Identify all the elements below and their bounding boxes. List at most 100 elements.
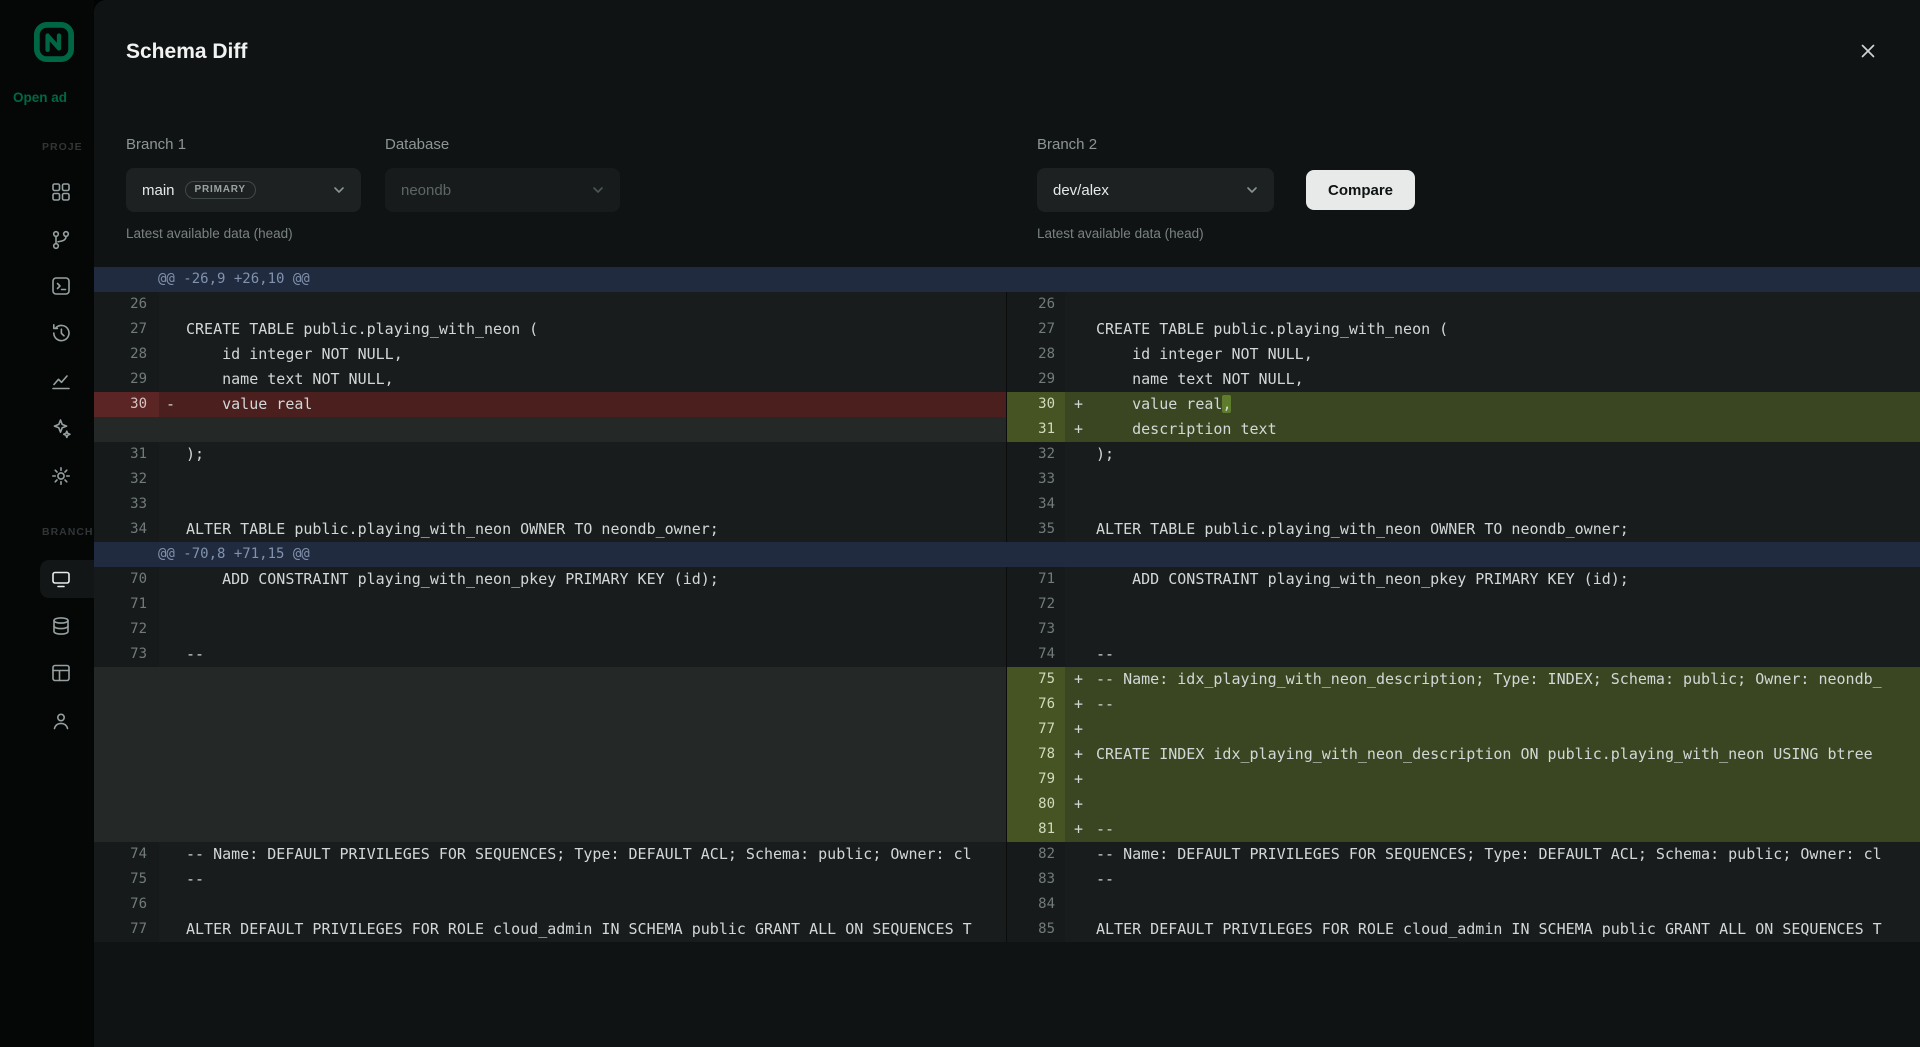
databases-icon — [50, 615, 72, 637]
diff-marker — [1065, 342, 1096, 367]
code-line: -- Name: DEFAULT PRIVILEGES FOR SEQUENCE… — [1065, 842, 1920, 867]
line-number: 75 — [94, 867, 159, 892]
code-line — [1065, 592, 1920, 617]
sidebar-item-monitoring[interactable] — [50, 370, 72, 392]
sidebar-item-restore[interactable] — [50, 322, 72, 344]
diff-marker — [1065, 617, 1096, 642]
diff-marker — [1065, 842, 1096, 867]
diff-line-row: 28 id integer NOT NULL,28 id integer NOT… — [94, 342, 1920, 367]
diff-line-row: 77+ — [94, 717, 1920, 742]
diff-marker — [1065, 367, 1096, 392]
diff-marker — [159, 292, 186, 317]
sidebar-item-sql-editor[interactable] — [50, 275, 72, 297]
branch2-select[interactable]: dev/alex — [1037, 168, 1274, 212]
schema-diff-modal: Schema Diff Branch 1 main PRIMARY Latest… — [94, 0, 1920, 1047]
database-label: Database — [385, 136, 620, 154]
settings-icon — [50, 465, 72, 487]
diff-line-row: 26 26 — [94, 292, 1920, 317]
code-line: name text NOT NULL, — [159, 367, 1007, 392]
code-line: -- Name: DEFAULT PRIVILEGES FOR SEQUENCE… — [159, 842, 1007, 867]
diff-marker — [159, 342, 186, 367]
diff-marker: + — [1065, 717, 1096, 742]
line-number: 78 — [1007, 742, 1065, 767]
code-line: id integer NOT NULL, — [1065, 342, 1920, 367]
code-line: + description text — [1065, 417, 1920, 442]
diff-line-row: 30- value real30+ value real, — [94, 392, 1920, 417]
code-line: -- — [159, 867, 1007, 892]
database-select[interactable]: neondb — [385, 168, 620, 212]
line-number: 73 — [94, 642, 159, 667]
sidebar-item-computes[interactable] — [50, 568, 72, 590]
line-number: 74 — [1007, 642, 1065, 667]
diff-marker — [159, 917, 186, 942]
branch1-caption: Latest available data (head) — [126, 226, 361, 242]
code-line — [159, 492, 1007, 517]
database-value: neondb — [401, 182, 451, 199]
diff-marker: + — [1065, 817, 1096, 842]
diff-view: @@ -26,9 +26,10 @@26 26 27 CREATE TABLE … — [94, 267, 1920, 942]
line-number: 28 — [94, 342, 159, 367]
line-number: 79 — [1007, 767, 1065, 792]
sidebar-item-roles[interactable] — [50, 710, 72, 732]
code-line — [159, 767, 1007, 792]
diff-line-row: 27 CREATE TABLE public.playing_with_neon… — [94, 317, 1920, 342]
code-line — [1065, 892, 1920, 917]
compare-button[interactable]: Compare — [1306, 170, 1415, 210]
diff-marker — [159, 317, 186, 342]
code-line — [159, 592, 1007, 617]
diff-marker — [1065, 592, 1096, 617]
diff-line-row: 78+CREATE INDEX idx_playing_with_neon_de… — [94, 742, 1920, 767]
diff-line-row: 29 name text NOT NULL,29 name text NOT N… — [94, 367, 1920, 392]
code-line — [1065, 617, 1920, 642]
sidebar-item-dashboard[interactable] — [50, 181, 72, 203]
line-number: 85 — [1007, 917, 1065, 942]
dashboard-icon — [50, 181, 72, 203]
sidebar-item-branches[interactable] — [50, 229, 72, 251]
sidebar-item-databases[interactable] — [50, 615, 72, 637]
code-line — [159, 667, 1007, 692]
diff-marker — [1065, 317, 1096, 342]
database-group: Database neondb — [385, 136, 620, 212]
diff-line-row: 70 ADD CONSTRAINT playing_with_neon_pkey… — [94, 567, 1920, 592]
line-number: 32 — [1007, 442, 1065, 467]
sidebar-item-integrations[interactable] — [50, 417, 72, 439]
sql-editor-icon — [50, 275, 72, 297]
diff-line-row: 74 -- Name: DEFAULT PRIVILEGES FOR SEQUE… — [94, 842, 1920, 867]
code-line — [159, 742, 1007, 767]
diff-marker — [159, 842, 186, 867]
line-number — [94, 767, 159, 792]
integrations-icon — [50, 417, 72, 439]
diff-marker — [1065, 892, 1096, 917]
line-number: 76 — [1007, 692, 1065, 717]
line-number: 29 — [1007, 367, 1065, 392]
diff-marker: + — [1065, 417, 1096, 442]
diff-controls: Branch 1 main PRIMARY Latest available d… — [126, 136, 1900, 242]
line-number: 26 — [94, 292, 159, 317]
diff-marker — [159, 467, 186, 492]
diff-marker — [1065, 567, 1096, 592]
diff-marker — [1065, 642, 1096, 667]
diff-marker — [159, 492, 186, 517]
code-line: +-- — [1065, 692, 1920, 717]
branch1-select[interactable]: main PRIMARY — [126, 168, 361, 212]
diff-line-row: 72 73 — [94, 617, 1920, 642]
line-number: 34 — [1007, 492, 1065, 517]
line-number: 31 — [94, 442, 159, 467]
sidebar-item-tables[interactable] — [50, 662, 72, 684]
diff-marker — [1065, 517, 1096, 542]
diff-marker — [1065, 867, 1096, 892]
line-number: 70 — [94, 567, 159, 592]
close-icon — [1857, 50, 1879, 65]
line-number: 32 — [94, 467, 159, 492]
line-number — [94, 792, 159, 817]
code-line — [159, 467, 1007, 492]
diff-marker: + — [1065, 392, 1096, 417]
code-line: ALTER DEFAULT PRIVILEGES FOR ROLE cloud_… — [159, 917, 1007, 942]
code-line — [159, 817, 1007, 842]
line-number — [94, 667, 159, 692]
line-number: 82 — [1007, 842, 1065, 867]
diff-marker — [159, 867, 186, 892]
code-line: ALTER DEFAULT PRIVILEGES FOR ROLE cloud_… — [1065, 917, 1920, 942]
sidebar-item-settings[interactable] — [50, 465, 72, 487]
close-button[interactable] — [1850, 34, 1886, 70]
